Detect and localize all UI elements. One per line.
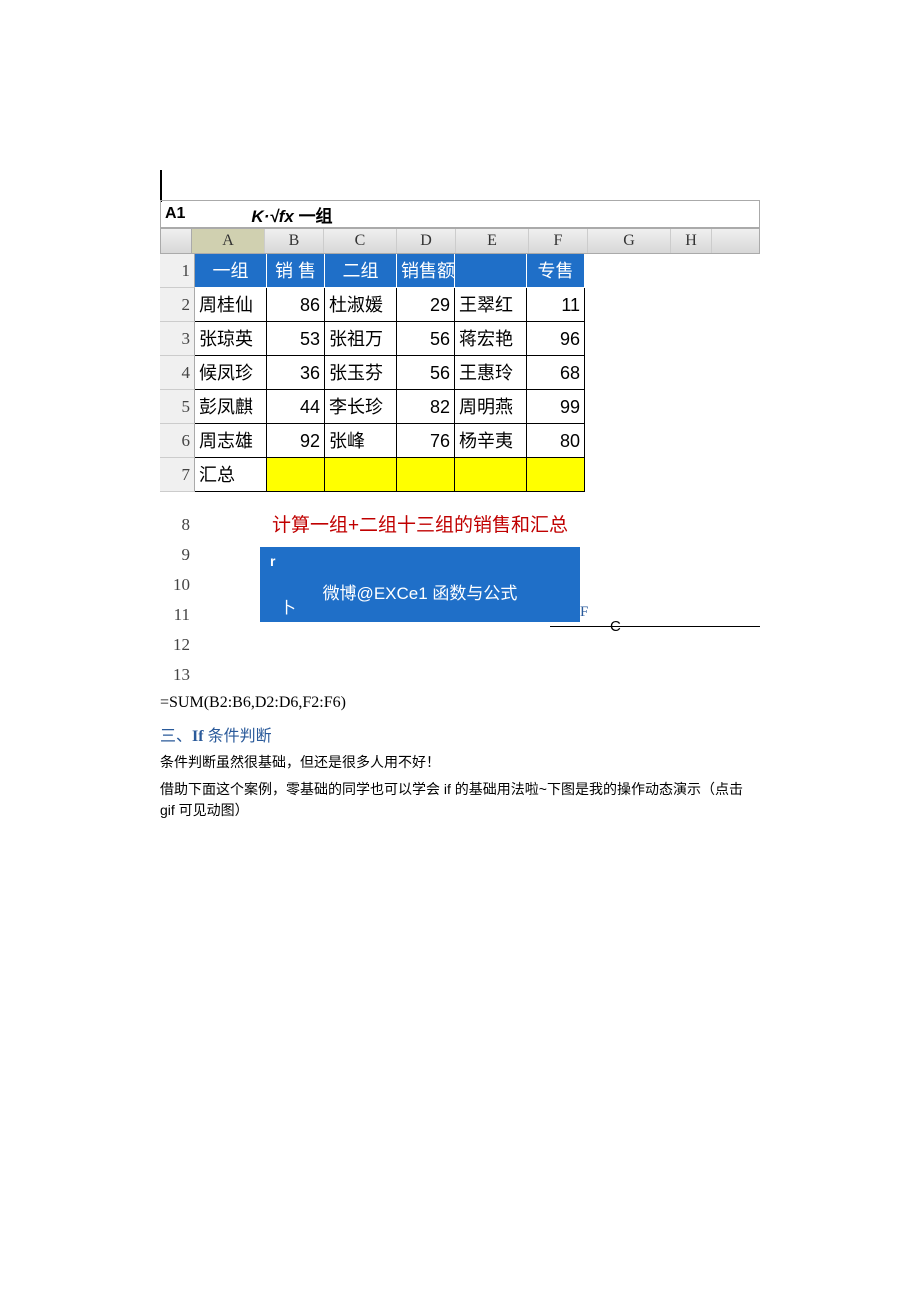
row-header[interactable]: 2 bbox=[160, 288, 195, 322]
section-if: If bbox=[192, 728, 204, 745]
row-header[interactable]: 3 bbox=[160, 322, 195, 356]
formula-value[interactable]: 一组 bbox=[299, 207, 333, 226]
cell[interactable]: 李长珍 bbox=[325, 390, 397, 424]
row-header[interactable]: 8 bbox=[160, 510, 194, 540]
table-row: 5 彭凤麒 44 李长珍 82 周明燕 99 bbox=[160, 390, 760, 424]
cell[interactable]: 80 bbox=[527, 424, 585, 458]
table-header-row: 1 一组 销 售 二组 销售额 专售 bbox=[160, 254, 760, 288]
table-row: 4 候凤珍 36 张玉芬 56 王惠玲 68 bbox=[160, 356, 760, 390]
body-paragraph-2: 借助下面这个案例，零基础的同学也可以学会 if 的基础用法啦~下图是我的操作动态… bbox=[160, 779, 760, 821]
cell[interactable]: 杨辛夷 bbox=[455, 424, 527, 458]
weibo-box: r 微博@EXCe1 函数与公式 卜 bbox=[260, 547, 580, 622]
cell[interactable]: 53 bbox=[267, 322, 325, 356]
col-header-e[interactable]: E bbox=[456, 229, 529, 253]
cell[interactable]: 张峰 bbox=[325, 424, 397, 458]
fc-annotation: F C bbox=[160, 622, 760, 648]
weibo-text: 微博@EXCe1 函数与公式 bbox=[270, 579, 570, 604]
cell[interactable]: 36 bbox=[267, 356, 325, 390]
cell[interactable]: 周桂仙 bbox=[195, 288, 267, 322]
table-row: 2 周桂仙 86 杜淑媛 29 王翠红 11 bbox=[160, 288, 760, 322]
cell[interactable]: 彭凤麒 bbox=[195, 390, 267, 424]
cell[interactable]: 王惠玲 bbox=[455, 356, 527, 390]
cell[interactable]: 一组 bbox=[195, 254, 267, 288]
col-header-c[interactable]: C bbox=[324, 229, 397, 253]
cell[interactable]: 销售额 bbox=[397, 254, 455, 288]
row-header[interactable]: 9 bbox=[160, 540, 194, 570]
name-box[interactable]: A1 bbox=[161, 205, 205, 223]
cell[interactable]: 王翠红 bbox=[455, 288, 527, 322]
weibo-b: 卜 bbox=[280, 594, 296, 618]
row-numbers-8-13: 8 9 10 11 12 13 bbox=[160, 510, 190, 690]
column-headers: A B C D E F G H bbox=[160, 228, 760, 254]
cell[interactable]: 56 bbox=[397, 322, 455, 356]
sum-formula: =SUM(B2:B6,D2:D6,F2:F6) bbox=[160, 694, 760, 712]
formula-bar: A1 K·√fx 一组 bbox=[160, 200, 760, 228]
col-header-a[interactable]: A bbox=[192, 229, 265, 253]
col-header-g[interactable]: G bbox=[588, 229, 671, 253]
col-header-h[interactable]: H bbox=[671, 229, 712, 253]
body-paragraph-1: 条件判断虽然很基础，但还是很多人用不好！ bbox=[160, 752, 760, 773]
instruction-text: 计算一组+二组十三组的销售和汇总 bbox=[220, 510, 620, 537]
row-header[interactable]: 4 bbox=[160, 356, 195, 390]
row-header[interactable]: 13 bbox=[160, 660, 194, 690]
cell[interactable] bbox=[267, 458, 325, 492]
cell[interactable]: 68 bbox=[527, 356, 585, 390]
f-label: F bbox=[580, 604, 588, 621]
cell[interactable]: 82 bbox=[397, 390, 455, 424]
cell[interactable]: 44 bbox=[267, 390, 325, 424]
cell[interactable]: 候凤珍 bbox=[195, 356, 267, 390]
select-all-corner[interactable] bbox=[161, 229, 192, 253]
cell[interactable]: 周明燕 bbox=[455, 390, 527, 424]
row-header[interactable]: 10 bbox=[160, 570, 194, 600]
col-header-f[interactable]: F bbox=[529, 229, 588, 253]
cell[interactable]: 销 售 bbox=[267, 254, 325, 288]
cell[interactable]: 杜淑媛 bbox=[325, 288, 397, 322]
section-suffix: 条件判断 bbox=[208, 728, 272, 745]
cell[interactable]: 86 bbox=[267, 288, 325, 322]
summary-row: 7 汇总 bbox=[160, 458, 760, 492]
cell[interactable]: 专售 bbox=[527, 254, 585, 288]
row-header[interactable]: 1 bbox=[160, 254, 195, 288]
cell[interactable]: 张琼英 bbox=[195, 322, 267, 356]
cell[interactable]: 92 bbox=[267, 424, 325, 458]
cell[interactable]: 汇总 bbox=[195, 458, 267, 492]
cell[interactable]: 96 bbox=[527, 322, 585, 356]
cell[interactable]: 29 bbox=[397, 288, 455, 322]
cell[interactable] bbox=[455, 458, 527, 492]
col-header-d[interactable]: D bbox=[397, 229, 456, 253]
underline bbox=[550, 626, 760, 627]
cell[interactable]: 56 bbox=[397, 356, 455, 390]
col-header-b[interactable]: B bbox=[265, 229, 324, 253]
weibo-r: r bbox=[270, 553, 570, 569]
row-header[interactable]: 7 bbox=[160, 458, 195, 492]
cell[interactable]: 蒋宏艳 bbox=[455, 322, 527, 356]
cell[interactable]: 99 bbox=[527, 390, 585, 424]
row-header[interactable]: 5 bbox=[160, 390, 195, 424]
cell[interactable]: 周志雄 bbox=[195, 424, 267, 458]
cell[interactable]: 张祖万 bbox=[325, 322, 397, 356]
cursor-bar bbox=[160, 170, 760, 202]
cell[interactable]: 11 bbox=[527, 288, 585, 322]
cell[interactable]: 张玉芬 bbox=[325, 356, 397, 390]
cell[interactable] bbox=[397, 458, 455, 492]
cell[interactable] bbox=[455, 254, 527, 288]
cell[interactable] bbox=[527, 458, 585, 492]
cell[interactable]: 二组 bbox=[325, 254, 397, 288]
section-number: 三、 bbox=[160, 728, 192, 745]
fx-icon[interactable]: fx bbox=[279, 207, 294, 226]
cell[interactable]: 76 bbox=[397, 424, 455, 458]
fx-area: K·√fx 一组 bbox=[205, 202, 379, 227]
table-row: 3 张琼英 53 张祖万 56 蒋宏艳 96 bbox=[160, 322, 760, 356]
cell[interactable] bbox=[325, 458, 397, 492]
table-row: 6 周志雄 92 张峰 76 杨辛夷 80 bbox=[160, 424, 760, 458]
section-3-title: 三、If 条件判断 bbox=[160, 722, 760, 746]
fx-prefix: K·√ bbox=[251, 207, 278, 226]
row-header[interactable]: 6 bbox=[160, 424, 195, 458]
